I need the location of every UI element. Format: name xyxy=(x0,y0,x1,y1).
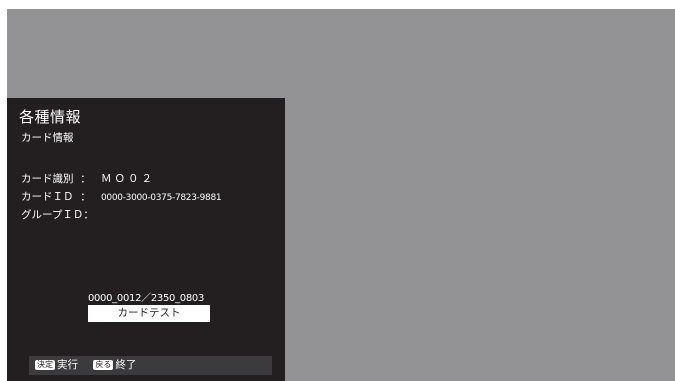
exit-label[interactable]: 終了 xyxy=(115,359,136,371)
card-id-row: カードＩＤ ： 0000-3000-0375-7823-9881 xyxy=(21,189,222,204)
card-kind-label: カード識別 ： xyxy=(21,173,91,185)
execute-label[interactable]: 実行 xyxy=(57,359,78,371)
enter-key-badge: 決定 xyxy=(35,360,55,370)
footer-bar: 決定 実行 戻る 終了 xyxy=(29,356,272,375)
panel-subtitle: カード情報 xyxy=(21,132,74,144)
group-id-label: グループＩＤ： xyxy=(21,209,94,221)
card-kind-row: カード識別 ： ＭＯ０２ xyxy=(21,171,155,186)
version-text: 0000_0012／2350_0803 xyxy=(87,293,205,304)
card-id-label: カードＩＤ ： xyxy=(21,191,91,203)
group-id-row: グループＩＤ： xyxy=(21,207,101,222)
back-key-badge: 戻る xyxy=(93,360,114,370)
panel-title: 各種情報 xyxy=(19,108,82,126)
card-id-value: 0000-3000-0375-7823-9881 xyxy=(101,193,222,203)
card-kind-value: ＭＯ０２ xyxy=(101,173,155,185)
card-test-button[interactable]: カードテスト xyxy=(88,305,210,322)
